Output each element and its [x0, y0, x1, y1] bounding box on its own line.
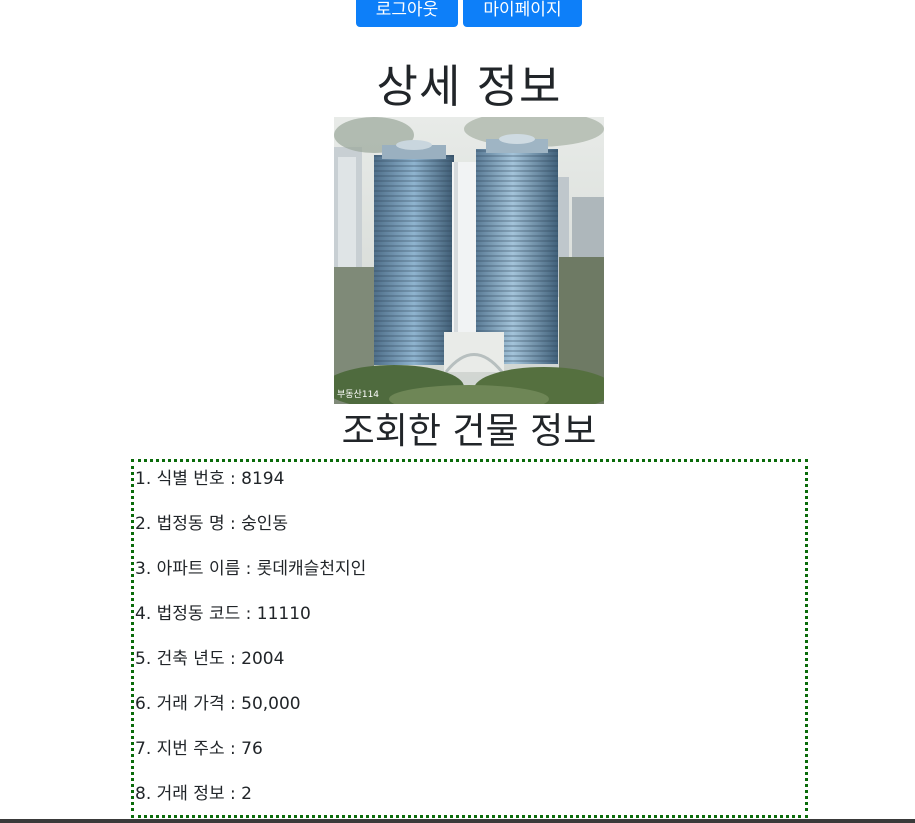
- info-item-dong-code: 4. 법정동 코드 : 11110: [135, 604, 311, 624]
- info-item-id: 1. 식별 번호 : 8194: [135, 469, 285, 489]
- info-item-build-year: 5. 건축 년도 : 2004: [135, 649, 285, 669]
- mypage-button[interactable]: 마이페이지: [463, 0, 582, 27]
- header-button-row: 로그아웃 마이페이지: [356, 0, 582, 27]
- building-info-box: 1. 식별 번호 : 8194 2. 법정동 명 : 숭인동 3. 아파트 이름…: [131, 459, 808, 818]
- apartment-building-image: 부동산114: [334, 117, 604, 404]
- image-watermark-text: 부동산114: [337, 389, 379, 400]
- info-item-dong-name: 2. 법정동 명 : 숭인동: [135, 514, 289, 534]
- info-item-lot-address: 7. 지번 주소 : 76: [135, 739, 263, 759]
- section-subtitle: 조회한 건물 정보: [341, 411, 597, 452]
- info-item-deal-info: 8. 거래 정보 : 2: [135, 784, 252, 804]
- info-item-apartment-name: 3. 아파트 이름 : 롯데캐슬천지인: [135, 559, 367, 579]
- logout-button[interactable]: 로그아웃: [356, 0, 458, 27]
- page-title: 상세 정보: [376, 60, 562, 113]
- info-item-deal-price: 6. 거래 가격 : 50,000: [135, 694, 301, 714]
- bottom-scrollbar[interactable]: [0, 819, 915, 823]
